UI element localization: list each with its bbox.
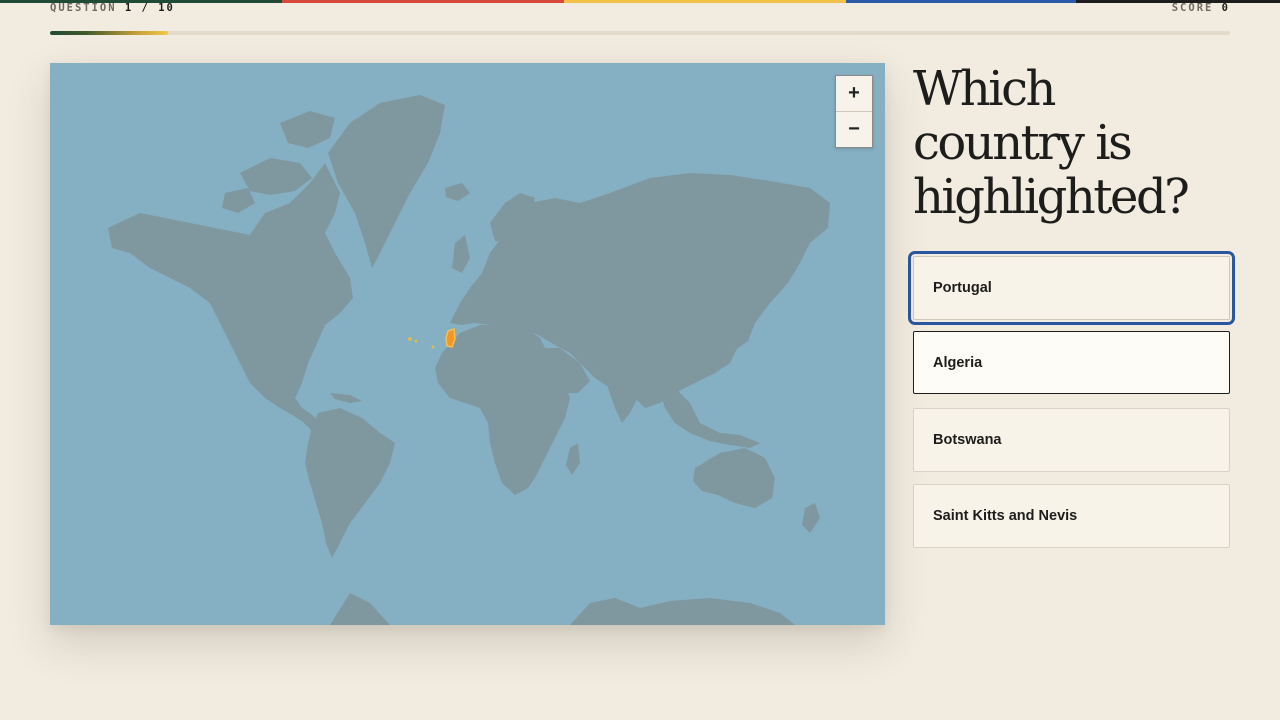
highlighted-islands-3 bbox=[431, 345, 435, 349]
score: SCORE 0 bbox=[1172, 2, 1230, 16]
zoom-in-button[interactable]: + bbox=[836, 76, 872, 111]
world-map[interactable]: + − bbox=[50, 63, 885, 625]
answer-option-algeria[interactable]: Algeria bbox=[913, 331, 1230, 394]
progress-bar bbox=[50, 31, 1230, 35]
highlighted-islands-2 bbox=[414, 339, 418, 343]
question-title: Which country is highlighted? bbox=[913, 61, 1190, 225]
zoom-out-button[interactable]: − bbox=[836, 111, 872, 147]
answer-option-botswana[interactable]: Botswana bbox=[913, 408, 1230, 472]
world-map-canvas[interactable] bbox=[50, 63, 885, 625]
zoom-controls: + − bbox=[835, 75, 873, 148]
answer-option-saint-kitts-and-nevis[interactable]: Saint Kitts and Nevis bbox=[913, 484, 1230, 548]
highlighted-country bbox=[445, 327, 456, 348]
score-value: 0 bbox=[1221, 2, 1230, 14]
answer-option-portugal[interactable]: Portugal bbox=[908, 251, 1235, 325]
question-counter-value: 1 / 10 bbox=[124, 2, 175, 14]
score-label: SCORE bbox=[1171, 2, 1214, 14]
hud-bar: QUESTION 1 / 10 SCORE 0 bbox=[50, 2, 1230, 16]
progress-bar-fill bbox=[50, 31, 168, 35]
question-counter: QUESTION 1 / 10 bbox=[50, 2, 175, 16]
question-label: QUESTION bbox=[50, 2, 117, 14]
highlighted-islands bbox=[408, 337, 412, 341]
